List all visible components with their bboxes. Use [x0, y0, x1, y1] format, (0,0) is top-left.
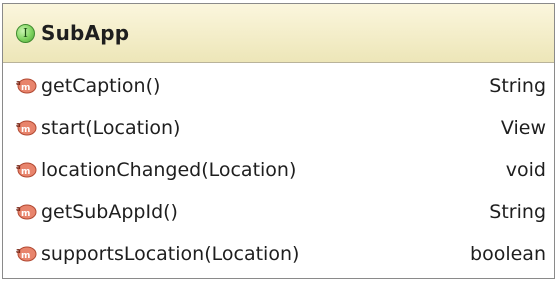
method-name: supportsLocation(Location)	[41, 243, 300, 265]
abstract-method-icon: m a	[16, 162, 37, 178]
interface-icon: I	[16, 23, 35, 43]
abstract-method-icon: m a	[16, 120, 37, 136]
method-name: getSubAppId()	[41, 201, 178, 223]
method-row: m a start(Location) View	[3, 107, 554, 149]
method-name: locationChanged(Location)	[41, 159, 297, 181]
class-header: I SubApp	[3, 4, 554, 63]
method-name: start(Location)	[41, 117, 181, 139]
method-row: m a supportsLocation(Location) boolean	[3, 233, 554, 275]
method-return-type: boolean	[470, 243, 546, 265]
interface-letter: I	[23, 26, 28, 40]
abstract-method-icon: m a	[16, 78, 37, 94]
class-name: SubApp	[41, 21, 130, 45]
svg-text:m: m	[21, 167, 30, 177]
svg-text:m: m	[21, 83, 30, 93]
method-list: m a getCaption() String m a start(Locati…	[3, 63, 554, 275]
method-return-type: String	[489, 75, 546, 97]
method-return-type: String	[489, 201, 546, 223]
svg-text:a: a	[16, 205, 21, 213]
svg-text:m: m	[21, 251, 30, 261]
uml-class-box: I SubApp m a getCaption() String m a sta…	[2, 3, 555, 279]
abstract-method-icon: m a	[16, 204, 37, 220]
method-row: m a locationChanged(Location) void	[3, 149, 554, 191]
method-row: m a getCaption() String	[3, 65, 554, 107]
method-row: m a getSubAppId() String	[3, 191, 554, 233]
method-return-type: View	[500, 117, 546, 139]
svg-text:a: a	[16, 79, 21, 87]
svg-text:a: a	[16, 163, 21, 171]
abstract-method-icon: m a	[16, 246, 37, 262]
method-return-type: void	[505, 159, 546, 181]
svg-text:m: m	[21, 209, 30, 219]
svg-text:m: m	[21, 125, 30, 135]
svg-text:a: a	[16, 247, 21, 255]
method-name: getCaption()	[41, 75, 161, 97]
svg-text:a: a	[16, 121, 21, 129]
